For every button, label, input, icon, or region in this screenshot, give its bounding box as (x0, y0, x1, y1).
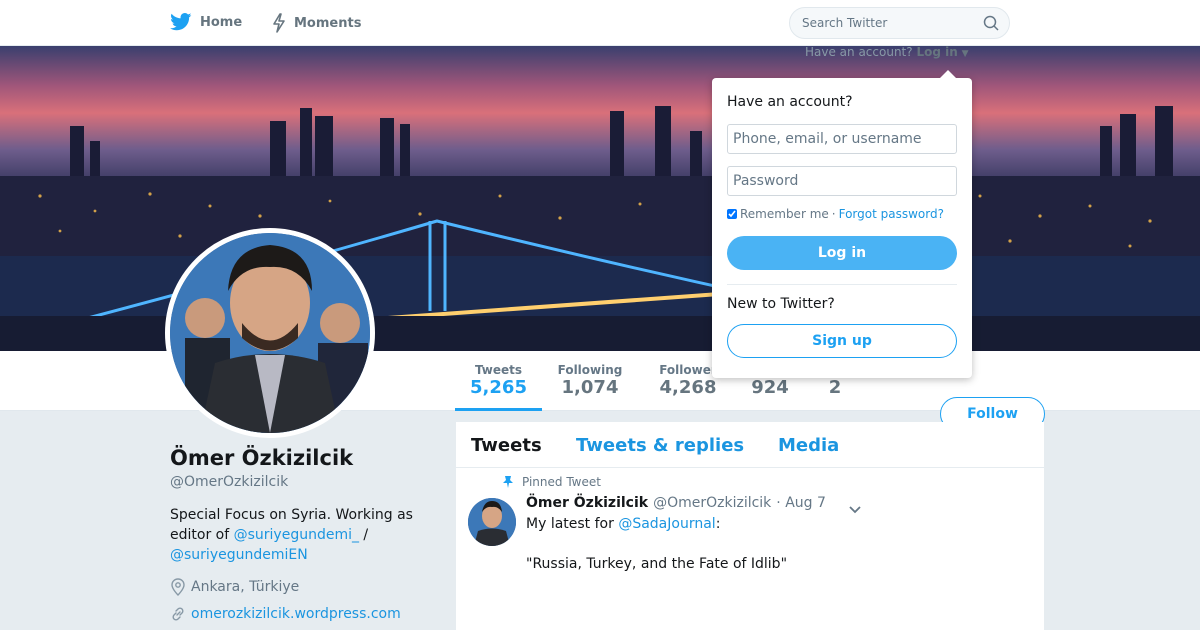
tweet-mention[interactable]: @SadaJournal (618, 516, 715, 532)
password-field[interactable] (727, 166, 957, 196)
stat-label: Tweets (474, 363, 523, 377)
profile-url: omerozkizilcik.wordpress.com (170, 606, 401, 622)
nav-home[interactable]: Home (170, 13, 242, 31)
login-title: Have an account? (727, 94, 853, 110)
stat-value: 4,268 (659, 377, 717, 398)
search-input[interactable] (802, 8, 972, 38)
stat-tweets[interactable]: Tweets 5,265 (455, 351, 542, 411)
avatar-photo (170, 233, 370, 433)
username-field[interactable] (727, 124, 957, 154)
stat-value: 5,265 (470, 377, 527, 398)
forgot-password-link[interactable]: Forgot password? (839, 207, 944, 221)
pin-icon (503, 476, 513, 488)
lightning-icon (273, 13, 285, 33)
remember-row: Remember me · Forgot password? (727, 207, 944, 221)
profile-avatar[interactable] (165, 228, 375, 438)
tweet-header: Ömer Özkizilcik @OmerOzkizilcik · Aug 7 (526, 495, 826, 511)
profile-bio: Special Focus on Syria. Working as edito… (170, 505, 430, 565)
stat-value: 2 (828, 377, 842, 398)
location-pin-icon (171, 578, 185, 596)
remember-me-label[interactable]: Remember me (740, 207, 829, 221)
profile-name: Ömer Özkizilcik (170, 446, 354, 470)
stat-value: 924 (751, 377, 789, 398)
tab-tweets[interactable]: Tweets (471, 435, 542, 456)
tweet-quote: "Russia, Turkey, and the Fate of Idlib" (526, 556, 788, 572)
pinned-label-text: Pinned Tweet (522, 475, 601, 489)
tweet-avatar[interactable] (468, 498, 516, 546)
link-icon (172, 607, 184, 621)
signup-button[interactable]: Sign up (727, 324, 957, 358)
login-button[interactable]: Log in (727, 236, 957, 270)
nav-moments-label: Moments (294, 15, 362, 31)
profile-handle[interactable]: @OmerOzkizilcik (170, 474, 288, 490)
bio-link-suriyegundemi[interactable]: @suriyegundemi_ (234, 527, 359, 543)
new-to-twitter-label: New to Twitter? (727, 296, 835, 312)
tweet-author-handle[interactable]: @OmerOzkizilcik (653, 495, 771, 511)
login-link[interactable]: Log in (916, 45, 957, 59)
profile-location: Ankara, Türkiye (170, 578, 299, 596)
remember-separator: · (831, 207, 836, 221)
tweet-text-suffix: : (715, 516, 721, 532)
bio-link-suriyegundemien[interactable]: @suriyegundemiEN (170, 547, 308, 563)
profile-website-link[interactable]: omerozkizilcik.wordpress.com (191, 606, 401, 622)
tweet-author-name[interactable]: Ömer Özkizilcik (526, 495, 648, 511)
timeline: Tweets Tweets & replies Media Pinned Twe… (456, 422, 1044, 630)
login-hint: Have an account? Log in ▼ (805, 45, 969, 59)
tweet-text-prefix: My latest for (526, 516, 619, 532)
divider (727, 284, 957, 285)
tab-tweets-replies[interactable]: Tweets & replies (576, 435, 744, 456)
stat-following[interactable]: Following 1,074 (552, 351, 628, 411)
stat-label: Following (557, 363, 623, 377)
bird-icon (170, 13, 192, 31)
remember-me-checkbox[interactable] (727, 209, 737, 219)
caret-down-icon: ▼ (961, 49, 969, 59)
pinned-tweet-label: Pinned Tweet (502, 475, 601, 489)
top-navigation-bar: Home Moments (0, 0, 1200, 46)
login-hint-prefix: Have an account? (805, 45, 913, 59)
timeline-tabs: Tweets Tweets & replies Media (456, 422, 1044, 468)
nav-moments[interactable]: Moments (272, 13, 361, 33)
tab-media[interactable]: Media (778, 435, 839, 456)
search-box (789, 7, 1010, 39)
bio-separator: / (358, 527, 369, 543)
nav-home-label: Home (200, 14, 243, 30)
search-icon[interactable] (983, 15, 999, 35)
tweet-text: My latest for @SadaJournal: "Russia, Tur… (526, 514, 1026, 574)
stat-value: 1,074 (561, 377, 619, 398)
login-dropdown: Have an account? Remember me · Forgot pa… (712, 70, 972, 378)
tweet-timestamp[interactable]: · Aug 7 (776, 495, 826, 511)
location-text: Ankara, Türkiye (191, 579, 300, 595)
